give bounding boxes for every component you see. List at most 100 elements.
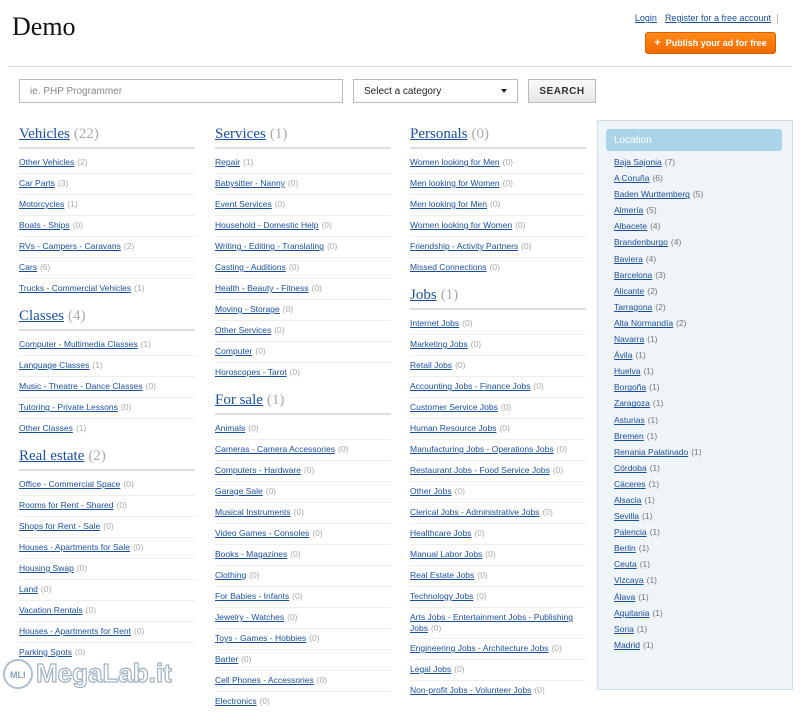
subcategory-link[interactable]: Manual Labor Jobs — [410, 549, 482, 559]
subcategory-link[interactable]: Computers - Hardware — [215, 465, 301, 475]
subcategory-link[interactable]: Other Services — [215, 325, 271, 335]
subcategory-link[interactable]: Motorcycles — [19, 199, 64, 209]
subcategory-link[interactable]: Rooms for Rent - Shared — [19, 500, 113, 510]
subcategory-link[interactable]: Friendship - Activity Partners — [410, 241, 518, 251]
subcategory-link[interactable]: Boats - Ships — [19, 220, 70, 230]
subcategory-link[interactable]: Vacation Rentals — [19, 605, 83, 615]
subcategory-link[interactable]: Healthcare Jobs — [410, 528, 471, 538]
subcategory-link[interactable]: Houses - Apartments for Rent — [19, 626, 131, 636]
location-link[interactable]: Soria — [614, 624, 634, 634]
subcategory-link[interactable]: Computer — [215, 346, 252, 356]
location-link[interactable]: Cáceres — [614, 479, 646, 489]
location-link[interactable]: Barcelona — [614, 270, 652, 280]
subcategory-link[interactable]: Music - Theatre - Dance Classes — [19, 381, 143, 391]
location-link[interactable]: Zaragoza — [614, 398, 650, 408]
subcategory-link[interactable]: Cell Phones - Accessories — [215, 675, 314, 685]
subcategory-link[interactable]: Men looking for Women — [410, 178, 500, 188]
subcategory-link[interactable]: Event Services — [215, 199, 272, 209]
location-link[interactable]: Baja Sajonia — [614, 157, 662, 167]
location-link[interactable]: Ávila — [614, 350, 632, 360]
location-link[interactable]: Palencia — [614, 527, 647, 537]
subcategory-link[interactable]: Casting - Auditions — [215, 262, 286, 272]
subcategory-link[interactable]: Technology Jobs — [410, 591, 473, 601]
location-link[interactable]: Navarra — [614, 334, 644, 344]
subcategory-link[interactable]: RVs - Campers - Caravans — [19, 241, 121, 251]
location-link[interactable]: Renania Palatinado — [614, 447, 688, 457]
subcategory-link[interactable]: Health - Beauty - Fitness — [215, 283, 309, 293]
subcategory-link[interactable]: Writing - Editing - Translating — [215, 241, 324, 251]
subcategory-link[interactable]: Language Classes — [19, 360, 89, 370]
subcategory-link[interactable]: Jewelry - Watches — [215, 612, 284, 622]
subcategory-link[interactable]: Restaurant Jobs - Food Service Jobs — [410, 465, 550, 475]
subcategory-link[interactable]: Office - Commercial Space — [19, 479, 120, 489]
location-link[interactable]: Córdoba — [614, 463, 647, 473]
location-link[interactable]: Alta Normandía — [614, 318, 673, 328]
subcategory-link[interactable]: Internet Jobs — [410, 318, 459, 328]
location-link[interactable]: Albacete — [614, 221, 647, 231]
location-link[interactable]: Almería — [614, 205, 643, 215]
search-input[interactable] — [19, 79, 343, 103]
subcategory-link[interactable]: Women looking for Men — [410, 157, 500, 167]
subcategory-link[interactable]: Electronics — [215, 696, 257, 706]
location-link[interactable]: Alicante — [614, 286, 644, 296]
location-link[interactable]: Alsacia — [614, 495, 641, 505]
subcategory-link[interactable]: Babysitter - Nanny — [215, 178, 285, 188]
subcategory-link[interactable]: Human Resource Jobs — [410, 423, 496, 433]
subcategory-link[interactable]: Real Estate Jobs — [410, 570, 474, 580]
subcategory-link[interactable]: Houses - Apartments for Sale — [19, 542, 130, 552]
subcategory-link[interactable]: Car Parts — [19, 178, 55, 188]
subcategory-link[interactable]: Cameras - Camera Accessories — [215, 444, 335, 454]
subcategory-link[interactable]: Animals — [215, 423, 245, 433]
category-title-link[interactable]: For sale — [215, 392, 263, 408]
subcategory-link[interactable]: Tutoring - Private Lessons — [19, 402, 118, 412]
subcategory-link[interactable]: Legal Jobs — [410, 664, 451, 674]
register-link[interactable]: Register for a free account — [665, 13, 771, 23]
location-link[interactable]: Vizcaya — [614, 575, 644, 585]
subcategory-link[interactable]: Moving - Storage — [215, 304, 280, 314]
subcategory-link[interactable]: Cars — [19, 262, 37, 272]
subcategory-link[interactable]: Video Games - Consoles — [215, 528, 309, 538]
subcategory-link[interactable]: Horoscopes - Tarot — [215, 367, 287, 377]
subcategory-link[interactable]: Toys - Games - Hobbies — [215, 633, 306, 643]
subcategory-link[interactable]: Trucks - Commercial Vehicles — [19, 283, 131, 293]
site-logo[interactable]: Demo — [12, 12, 76, 42]
subcategory-link[interactable]: Clothing — [215, 570, 246, 580]
subcategory-link[interactable]: Other Classes — [19, 423, 73, 433]
location-link[interactable]: Madrid — [614, 640, 640, 650]
location-link[interactable]: Aquitania — [614, 608, 649, 618]
subcategory-link[interactable]: Garage Sale — [215, 486, 263, 496]
subcategory-link[interactable]: Housing Swap — [19, 563, 74, 573]
category-select[interactable]: Select a category — [353, 79, 518, 103]
subcategory-link[interactable]: Clerical Jobs - Administrative Jobs — [410, 507, 539, 517]
subcategory-link[interactable]: Books - Magazines — [215, 549, 287, 559]
location-link[interactable]: Álava — [614, 592, 635, 602]
subcategory-link[interactable]: Men looking for Men — [410, 199, 487, 209]
category-title-link[interactable]: Classes — [19, 308, 64, 324]
category-title-link[interactable]: Vehicles — [19, 126, 70, 142]
subcategory-link[interactable]: Customer Service Jobs — [410, 402, 498, 412]
subcategory-link[interactable]: For Babies - Infants — [215, 591, 289, 601]
location-link[interactable]: Baviera — [614, 254, 643, 264]
category-title-link[interactable]: Real estate — [19, 448, 84, 464]
subcategory-link[interactable]: Land — [19, 584, 38, 594]
publish-ad-button[interactable]: + Publish your ad for free — [645, 32, 776, 54]
subcategory-link[interactable]: Accounting Jobs - Finance Jobs — [410, 381, 530, 391]
subcategory-link[interactable]: Women looking for Women — [410, 220, 512, 230]
category-title-link[interactable]: Jobs — [410, 287, 437, 303]
category-title-link[interactable]: Services — [215, 126, 266, 142]
location-link[interactable]: Brandenburgo — [614, 237, 668, 247]
location-link[interactable]: Tarragona — [614, 302, 652, 312]
subcategory-link[interactable]: Barter — [215, 654, 238, 664]
subcategory-link[interactable]: Other Jobs — [410, 486, 452, 496]
subcategory-link[interactable]: Shops for Rent - Sale — [19, 521, 100, 531]
location-link[interactable]: Sevilla — [614, 511, 639, 521]
location-link[interactable]: A Coruña — [614, 173, 649, 183]
subcategory-link[interactable]: Manufacturing Jobs - Operations Jobs — [410, 444, 554, 454]
subcategory-link[interactable]: Repair — [215, 157, 240, 167]
subcategory-link[interactable]: Marketing Jobs — [410, 339, 468, 349]
subcategory-link[interactable]: Engineering Jobs - Architecture Jobs — [410, 643, 548, 653]
location-link[interactable]: Bremen — [614, 431, 644, 441]
location-link[interactable]: Ceuta — [614, 559, 637, 569]
subcategory-link[interactable]: Retail Jobs — [410, 360, 452, 370]
subcategory-link[interactable]: Missed Connections — [410, 262, 487, 272]
